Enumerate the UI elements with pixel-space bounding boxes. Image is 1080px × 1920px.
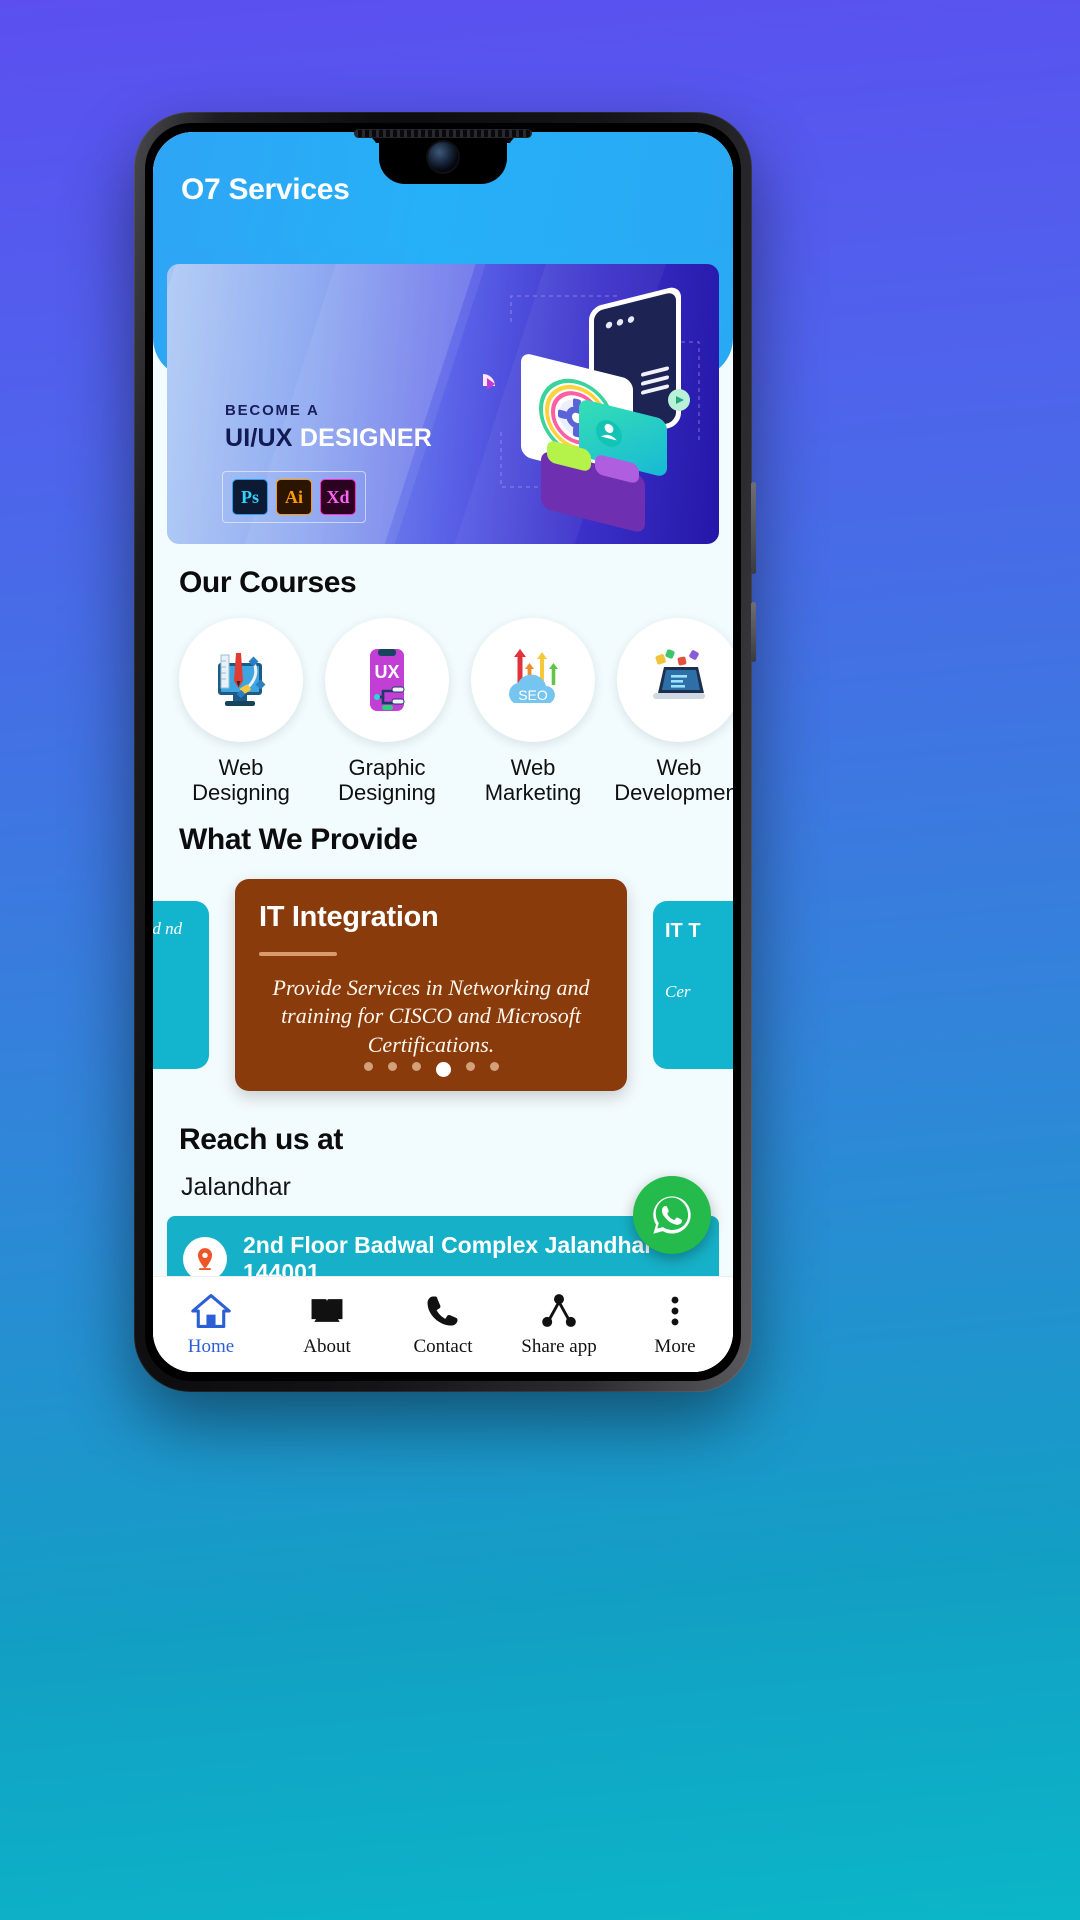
nav-label: More [654,1336,696,1357]
course-item-web-designing[interactable]: Web Designing [179,618,303,805]
phone-bezel: O7 Services BECOME A UI/UX DESIGNER Ps A… [145,123,741,1381]
course-item-web-development[interactable]: Web Development [614,618,733,805]
app-title: O7 Services [181,173,350,206]
course-label-line2: Development [614,779,733,805]
book-icon [311,1299,343,1322]
provide-card-next[interactable]: IT T Cer [653,901,733,1070]
scroll-content[interactable]: BECOME A UI/UX DESIGNER Ps Ai Xd Our Cou… [153,248,733,1276]
carousel-dot[interactable] [363,1062,373,1072]
nav-label: About [303,1336,351,1357]
banner-headline-rest: DESIGNER [299,424,433,452]
app-root: O7 Services BECOME A UI/UX DESIGNER Ps A… [153,132,733,1372]
provide-prev-text: ybrid nd [153,919,183,939]
course-icon-wrap [179,618,303,742]
whatsapp-icon [653,1196,691,1234]
carousel-dot[interactable] [465,1062,475,1072]
banner-headline-strong: UI/UX [225,424,293,452]
map-pin-icon [183,1237,227,1276]
volume-button[interactable] [751,602,756,662]
course-label-line2: Designing [338,779,436,805]
courses-carousel[interactable]: Web Designing UX Graphic Designing SEO W… [153,600,733,805]
photoshop-badge: Ps [232,479,268,515]
power-button[interactable] [751,482,756,574]
section-title-provide: What We Provide [179,823,418,857]
provide-card-rule [259,952,337,957]
earpiece-speaker [354,129,532,138]
phone-device-frame: O7 Services BECOME A UI/UX DESIGNER Ps A… [134,112,756,1392]
carousel-dot[interactable] [489,1062,499,1072]
svg-text:UX: UX [374,662,399,682]
front-camera-icon [428,142,458,172]
course-item-graphic-designing[interactable]: UX Graphic Designing [325,618,449,805]
provide-track: ybrid nd IT Integration Provide Services… [153,871,733,1099]
banner-text-block: BECOME A UI/UX DESIGNER [225,402,432,453]
nav-item-contact[interactable]: Contact [385,1291,501,1358]
carousel-dot[interactable] [387,1062,397,1072]
course-label-line2: Designing [192,779,290,805]
course-item-web-marketing[interactable]: SEO Web Marketing [471,618,595,805]
provide-card-active[interactable]: IT Integration Provide Services in Netwo… [235,879,627,1092]
web-development-icon [653,649,705,699]
provide-next-text: Cer [665,982,691,1002]
carousel-dots[interactable] [235,1062,627,1078]
course-icon-wrap: SEO [471,618,595,742]
share-icon [542,1294,576,1327]
section-title-reach: Reach us at [179,1123,343,1157]
course-label-line2: Marketing [484,779,582,805]
provide-card-previous[interactable]: ybrid nd [153,901,209,1070]
address-text: 2nd Floor Badwal Complex Jalandhar-14400… [243,1232,661,1276]
illustrator-badge: Ai [276,479,312,515]
course-label-line1: Web [218,755,264,780]
nav-item-about[interactable]: About [269,1291,385,1358]
more-dots-icon [671,1296,679,1326]
banner-headline: UI/UX DESIGNER [225,424,432,453]
section-title-courses: Our Courses [179,566,357,599]
course-label: Web Marketing [484,755,582,805]
uiux-illustration [483,287,700,532]
phone-screen: O7 Services BECOME A UI/UX DESIGNER Ps A… [153,132,733,1372]
nav-item-more[interactable]: More [617,1291,733,1358]
home-icon [191,1294,231,1328]
nav-item-home[interactable]: Home [153,1291,269,1358]
course-label-line1: Web [510,755,556,780]
course-label: Web Designing [192,755,290,805]
course-label-line1: Graphic [348,755,426,780]
carousel-dot[interactable] [411,1062,421,1072]
nav-label: Share app [521,1336,597,1357]
nav-label: Contact [413,1336,473,1357]
course-label: Web Development [614,755,733,805]
web-designing-icon [218,653,266,706]
whatsapp-fab-button[interactable] [633,1176,711,1254]
course-icon-wrap: UX [325,618,449,742]
phone-icon [427,1296,458,1326]
provide-card-description: Provide Services in Networking and train… [272,975,590,1057]
provide-carousel[interactable]: ybrid nd IT Integration Provide Services… [153,871,733,1099]
nav-label: Home [187,1336,235,1357]
svg-text:SEO: SEO [518,687,548,703]
course-icon-wrap [617,618,733,742]
seo-marketing-icon: SEO [509,649,558,703]
address-row[interactable]: 2nd Floor Badwal Complex Jalandhar-14400… [183,1232,703,1276]
nav-item-share-app[interactable]: Share app [501,1291,617,1358]
provide-next-title: IT T [665,920,701,943]
adobe-badge-group: Ps Ai Xd [222,471,366,523]
provide-card-title: IT Integration [259,901,439,934]
xd-badge: Xd [320,479,356,515]
display-notch [379,132,507,184]
bottom-navigation-bar: Home About Contact Share app More [153,1276,733,1372]
course-label-line1: Web [656,755,702,780]
banner-kicker: BECOME A [225,402,320,419]
course-label: Graphic Designing [338,755,436,805]
promo-banner[interactable]: BECOME A UI/UX DESIGNER Ps Ai Xd [167,264,719,544]
carousel-dot-active[interactable] [435,1062,451,1078]
graphic-designing-icon: UX [370,649,405,711]
